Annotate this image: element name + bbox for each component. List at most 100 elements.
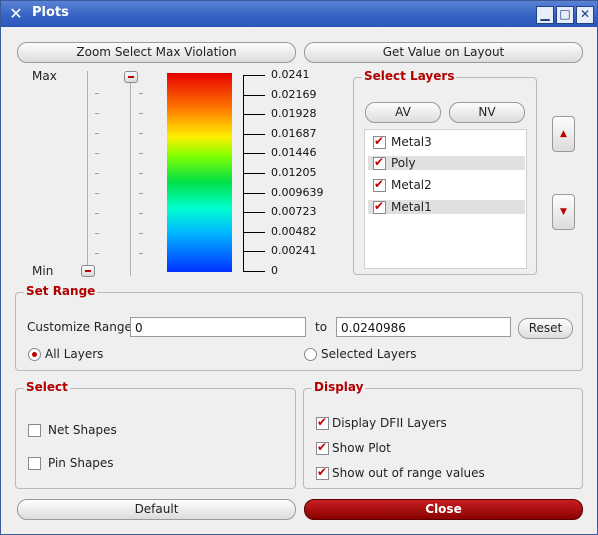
show-out-of-range-label: Show out of range values: [332, 466, 485, 480]
min-label: Min: [32, 264, 54, 278]
zoom-select-max-violation-button[interactable]: Zoom Select Max Violation: [17, 42, 296, 63]
slider-tick: [95, 153, 99, 154]
slider-tick: [139, 173, 143, 174]
scale-tick-mark: [243, 271, 265, 272]
slider-tick: [139, 113, 143, 114]
slider-tick: [139, 133, 143, 134]
slider-tick: [139, 233, 143, 234]
layer-checkbox[interactable]: [373, 155, 386, 170]
select-group: Select Net Shapes Pin Shapes: [15, 380, 296, 489]
set-range-title: Set Range: [24, 284, 98, 298]
slider-tick: [95, 173, 99, 174]
move-up-button[interactable]: ▲: [552, 116, 575, 152]
scale-tick-label: 0.0241: [271, 68, 310, 81]
show-plot-checkbox[interactable]: [316, 440, 329, 455]
slider-tick: [95, 253, 99, 254]
slider-tick: [139, 253, 143, 254]
set-range-group: Set Range Customize Range 0 to 0.0240986…: [15, 284, 583, 371]
selected-layers-label: Selected Layers: [321, 347, 417, 361]
selected-layers-radio[interactable]: [304, 348, 317, 361]
display-dfii-label: Display DFII Layers: [332, 416, 447, 430]
slider-tick: [139, 193, 143, 194]
x-icon: ✕: [9, 4, 23, 23]
minimize-button[interactable]: ▁: [536, 6, 554, 24]
scale-tick-mark: [243, 173, 265, 174]
scale-tick-mark: [243, 75, 265, 76]
arrow-up-icon: ▲: [560, 129, 567, 139]
customize-range-label: Customize Range: [27, 320, 132, 334]
scale-tick-label: 0: [271, 264, 278, 277]
layer-name: Metal2: [391, 178, 432, 192]
range-to-input[interactable]: 0.0240986: [336, 317, 511, 337]
all-layers-radio[interactable]: [28, 348, 41, 361]
min-slider-track[interactable]: [87, 71, 88, 276]
slider-tick: [95, 133, 99, 134]
plots-window: ✕ Plots ▁ □ ✕ Zoom Select Max Violation …: [0, 0, 598, 535]
arrow-down-icon: ▼: [560, 207, 567, 217]
scale-tick-label: 0.02169: [271, 88, 317, 101]
slider-tick: [95, 233, 99, 234]
layer-row-poly[interactable]: Poly: [368, 155, 525, 170]
layers-list: Metal3 Poly Metal2 Metal1: [364, 129, 527, 269]
scale-tick-label: 0.01446: [271, 146, 317, 159]
get-value-on-layout-button[interactable]: Get Value on Layout: [304, 42, 583, 63]
display-title: Display: [312, 380, 366, 394]
slider-tick: [139, 93, 143, 94]
select-layers-group: Select Layers AV NV Metal3 Poly Metal2 M…: [353, 69, 537, 275]
net-shapes-label: Net Shapes: [48, 423, 117, 437]
layer-name: Metal1: [391, 200, 432, 214]
maximize-button[interactable]: □: [556, 6, 574, 24]
layer-name: Poly: [391, 156, 416, 170]
max-slider-track[interactable]: [130, 71, 131, 276]
layer-row-metal2[interactable]: Metal2: [368, 177, 525, 192]
reset-button[interactable]: Reset: [518, 318, 573, 339]
slider-tick: [95, 93, 99, 94]
title-bar[interactable]: ✕ Plots ▁ □ ✕: [1, 1, 597, 27]
nv-button[interactable]: NV: [449, 102, 525, 123]
pin-shapes-label: Pin Shapes: [48, 456, 114, 470]
scale-tick-mark: [243, 193, 265, 194]
scale-tick-mark: [243, 134, 265, 135]
slider-tick: [139, 153, 143, 154]
scale-tick-label: 0.00241: [271, 244, 317, 257]
all-layers-label: All Layers: [45, 347, 104, 361]
max-label: Max: [32, 69, 57, 83]
layer-checkbox[interactable]: [373, 177, 386, 192]
scale-tick-label: 0.00482: [271, 225, 317, 238]
close-button[interactable]: Close: [304, 499, 583, 520]
net-shapes-checkbox[interactable]: [28, 424, 41, 437]
color-scale-bar: [167, 73, 232, 272]
scale-tick-label: 0.00723: [271, 205, 317, 218]
close-window-button[interactable]: ✕: [576, 6, 594, 24]
show-plot-label: Show Plot: [332, 441, 391, 455]
range-from-input[interactable]: 0: [130, 317, 306, 337]
min-slider-handle[interactable]: [81, 265, 95, 277]
show-out-of-range-checkbox[interactable]: [316, 465, 329, 480]
scale-tick-label: 0.01928: [271, 107, 317, 120]
scale-tick-mark: [243, 232, 265, 233]
move-down-button[interactable]: ▼: [552, 194, 575, 230]
layer-row-metal3[interactable]: Metal3: [368, 134, 525, 149]
layer-checkbox[interactable]: [373, 134, 386, 149]
scale-tick-mark: [243, 153, 265, 154]
scale-tick-mark: [243, 95, 265, 96]
display-group: Display Display DFII Layers Show Plot Sh…: [303, 380, 583, 489]
select-layers-title: Select Layers: [362, 69, 457, 83]
av-button[interactable]: AV: [365, 102, 441, 123]
scale-tick-label: 0.01205: [271, 166, 317, 179]
scale-tick-label: 0.01687: [271, 127, 317, 140]
slider-tick: [95, 213, 99, 214]
scale-tick-mark: [243, 212, 265, 213]
pin-shapes-checkbox[interactable]: [28, 457, 41, 470]
display-dfii-checkbox[interactable]: [316, 415, 329, 430]
scale-tick-mark: [243, 251, 265, 252]
default-button[interactable]: Default: [17, 499, 296, 520]
scale-tick-label: 0.009639: [271, 186, 324, 199]
slider-tick: [95, 113, 99, 114]
layer-row-metal1[interactable]: Metal1: [368, 199, 525, 214]
slider-tick: [139, 213, 143, 214]
max-slider-handle[interactable]: [124, 71, 138, 83]
to-label: to: [315, 320, 328, 334]
window-title: Plots: [32, 5, 69, 20]
layer-checkbox[interactable]: [373, 199, 386, 214]
